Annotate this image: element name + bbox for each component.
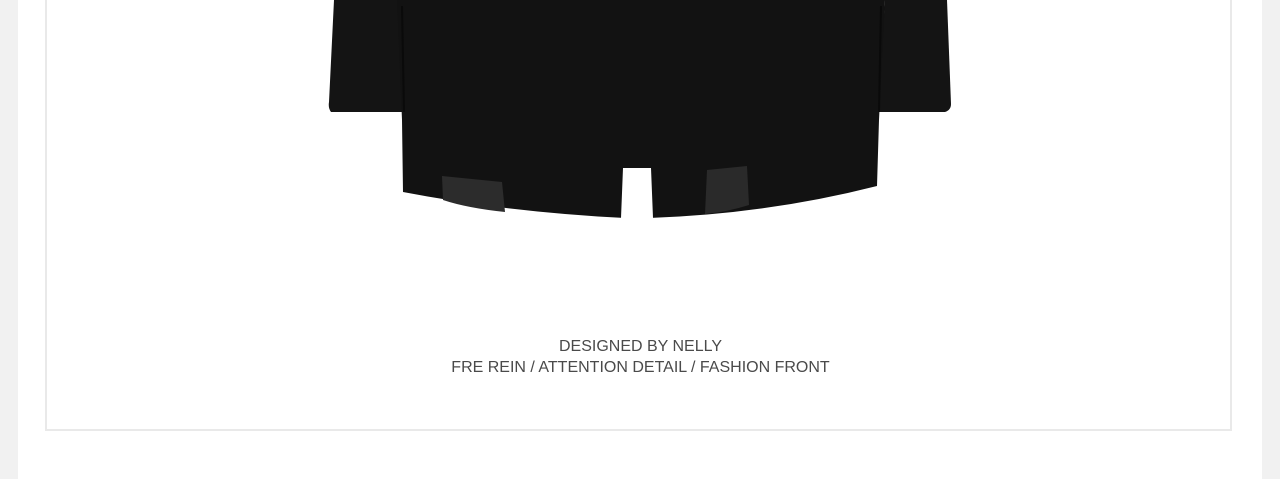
feature-line: FRE REIN / ATTENTION DETAIL / FASHION FR… (451, 359, 830, 376)
product-caption: DESIGNED BY NELLY FRE REIN / ATTENTION D… (47, 336, 1234, 378)
product-detail-card: DESIGNED BY NELLY FRE REIN / ATTENTION D… (45, 0, 1232, 431)
black-jacket-back-icon (328, 0, 951, 218)
designer-line: DESIGNED BY NELLY (558, 338, 723, 355)
page-panel: DESIGNED BY NELLY FRE REIN / ATTENTION D… (18, 0, 1262, 479)
